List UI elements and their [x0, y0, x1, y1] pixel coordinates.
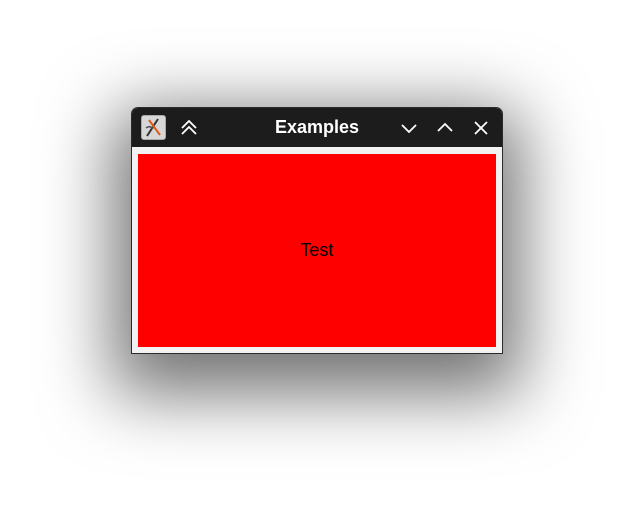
double-chevron-up-icon	[179, 118, 199, 138]
shade-button[interactable]	[176, 115, 202, 141]
content-panel: Test	[138, 154, 496, 347]
chevron-down-icon	[399, 118, 419, 138]
maximize-button[interactable]	[432, 115, 458, 141]
app-icon[interactable]	[141, 115, 166, 140]
close-button[interactable]	[468, 115, 494, 141]
close-icon	[471, 118, 491, 138]
title-bar[interactable]: Examples	[132, 108, 502, 147]
content-label: Test	[300, 240, 334, 260]
chevron-up-icon	[435, 118, 455, 138]
minimize-button[interactable]	[396, 115, 422, 141]
app-window: Examples Test	[131, 107, 503, 354]
